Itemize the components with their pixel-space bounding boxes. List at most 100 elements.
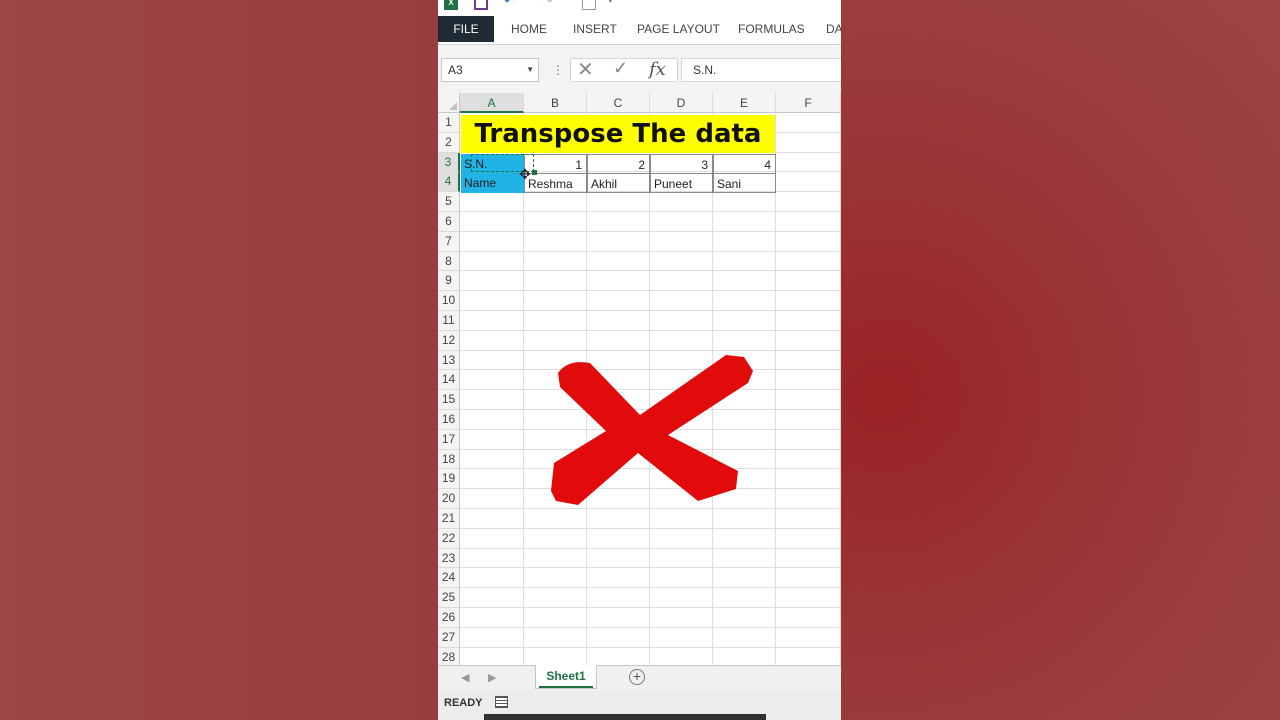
move-cursor-icon: ✥ (519, 166, 531, 182)
row-header-15[interactable]: 15 (438, 390, 460, 410)
row-header-4[interactable]: 4 (438, 172, 460, 193)
name-box[interactable]: A3 ▼ (441, 58, 539, 82)
tab-data[interactable]: DA (826, 16, 841, 42)
chevron-left-icon[interactable]: ◀ (461, 671, 469, 684)
sheet-tab-underline (539, 686, 593, 688)
row-header-22[interactable]: 22 (438, 528, 460, 549)
row-header-17[interactable]: 17 (438, 429, 460, 450)
gridline-horizontal (460, 230, 841, 232)
cell-b4[interactable]: Reshma (524, 173, 587, 193)
insert-function-icon[interactable]: fx (649, 59, 666, 80)
tab-page-layout[interactable]: PAGE LAYOUT (637, 16, 720, 42)
cancel-icon[interactable]: ✕ (577, 57, 594, 82)
cell-e3[interactable]: 4 (713, 154, 776, 174)
row-header-5[interactable]: 5 (438, 192, 460, 212)
row-header-12[interactable]: 12 (438, 330, 460, 351)
fill-handle[interactable] (532, 170, 537, 175)
row-header-25[interactable]: 25 (438, 588, 460, 608)
gridline-horizontal (460, 607, 841, 608)
undo-icon[interactable]: ↶ (504, 0, 518, 10)
column-header-c[interactable]: C (587, 93, 650, 113)
cell-d4[interactable]: Puneet (650, 173, 713, 193)
tab-formulas[interactable]: FORMULAS (738, 16, 805, 42)
status-mode: READY (444, 697, 483, 709)
row-header-24[interactable]: 24 (438, 568, 460, 589)
taskbar-strip (484, 714, 766, 720)
redo-icon[interactable]: ↷ (542, 0, 556, 10)
background-left (0, 0, 438, 720)
tab-file[interactable]: FILE (438, 16, 494, 42)
title-cell-a1[interactable]: Transpose The data (461, 115, 775, 153)
column-header-e[interactable]: E (713, 93, 776, 113)
formula-input[interactable]: S.N. (681, 58, 841, 82)
gridline-horizontal (460, 270, 841, 272)
column-header-b[interactable]: B (524, 93, 587, 113)
row-header-23[interactable]: 23 (438, 548, 460, 569)
row-header-26[interactable]: 26 (438, 608, 460, 628)
gridline-horizontal (460, 567, 841, 569)
column-header-d[interactable]: D (650, 93, 713, 113)
gridline-horizontal (460, 290, 841, 292)
name-box-value: A3 (448, 63, 463, 77)
gridline-horizontal (460, 211, 841, 212)
chevron-down-icon[interactable]: ▼ (526, 59, 534, 81)
cell-d3[interactable]: 3 (650, 154, 713, 174)
row-header-20[interactable]: 20 (438, 489, 460, 509)
background-right (841, 0, 1280, 720)
status-bar: READY (438, 691, 841, 720)
gridline-horizontal (460, 329, 841, 331)
cell-e4[interactable]: Sani (713, 173, 776, 193)
row-header-18[interactable]: 18 (438, 449, 460, 470)
row-header-8[interactable]: 8 (438, 251, 460, 272)
cell-c3[interactable]: 2 (587, 154, 650, 174)
cell-c4[interactable]: Akhil (587, 173, 650, 193)
gridline-horizontal (460, 349, 841, 351)
macro-record-icon[interactable] (495, 696, 508, 708)
column-header-f[interactable]: F (776, 93, 841, 113)
sheet-tabs-bar: ◀ ▶ Sheet1 + (438, 665, 841, 691)
quick-access-toolbar: X ↶ ↷ ▾ (438, 0, 841, 12)
cell-a4[interactable]: Name (461, 173, 524, 193)
row-header-2[interactable]: 2 (438, 132, 460, 153)
row-header-10[interactable]: 10 (438, 291, 460, 311)
gridline-vertical (840, 113, 841, 665)
excel-window: X ↶ ↷ ▾ FILE HOME INSERT PAGE LAYOUT FOR… (438, 0, 841, 720)
gridline-horizontal (460, 527, 841, 529)
gridline-horizontal (460, 547, 841, 549)
gridline-vertical (523, 113, 524, 665)
save-icon[interactable] (474, 0, 488, 10)
chevron-down-icon[interactable]: ▾ (608, 0, 622, 10)
formula-buttons: ✕ ✓ fx (570, 58, 678, 82)
formula-bar-grip-icon: ⋮ (552, 63, 564, 77)
red-cross-icon (551, 355, 753, 505)
enter-icon[interactable]: ✓ (613, 58, 628, 79)
tab-home[interactable]: HOME (511, 16, 547, 42)
formula-bar: A3 ▼ ⋮ ✕ ✓ fx S.N. (438, 45, 841, 93)
row-header-19[interactable]: 19 (438, 469, 460, 490)
row-header-11[interactable]: 11 (438, 311, 460, 331)
gridline-horizontal (460, 626, 841, 628)
gridline-horizontal (460, 646, 841, 648)
select-all-icon (449, 102, 457, 110)
gridline-horizontal (460, 587, 841, 589)
row-header-6[interactable]: 6 (438, 212, 460, 232)
select-all-button[interactable] (438, 93, 460, 113)
excel-icon[interactable]: X (444, 0, 458, 10)
row-header-16[interactable]: 16 (438, 410, 460, 430)
chevron-right-icon[interactable]: ▶ (488, 671, 496, 684)
tab-insert[interactable]: INSERT (573, 16, 617, 42)
row-header-3[interactable]: 3 (438, 152, 460, 173)
row-header-9[interactable]: 9 (438, 271, 460, 292)
worksheet-grid[interactable]: A B C D E F 1 2 3 4 5 6 7 8 9 10 11 12 13 14 15 16 17 18 1… (438, 93, 841, 668)
row-header-13[interactable]: 13 (438, 350, 460, 371)
row-header-7[interactable]: 7 (438, 231, 460, 252)
row-header-21[interactable]: 21 (438, 509, 460, 529)
column-header-a[interactable]: A (460, 93, 524, 113)
row-header-27[interactable]: 27 (438, 627, 460, 648)
gridline-horizontal (460, 310, 841, 311)
add-sheet-icon[interactable]: + (629, 669, 645, 685)
row-header-1[interactable]: 1 (438, 113, 460, 133)
customize-icon[interactable] (582, 0, 596, 10)
ribbon-tabs: FILE HOME INSERT PAGE LAYOUT FORMULAS DA (438, 16, 841, 42)
row-header-14[interactable]: 14 (438, 370, 460, 391)
